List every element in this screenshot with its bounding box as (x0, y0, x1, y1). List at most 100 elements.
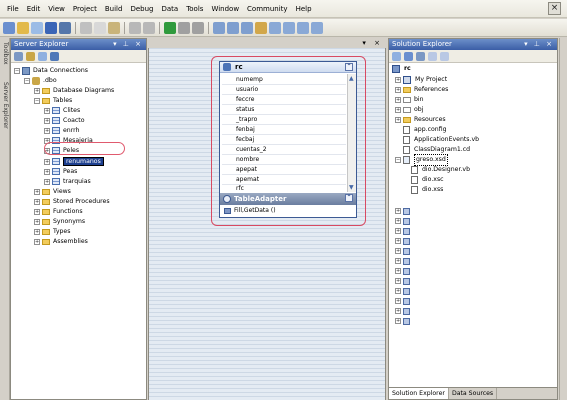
solution-item[interactable]: + (395, 316, 412, 326)
column-row[interactable]: fecbaj (222, 135, 346, 145)
collapse-icon[interactable]: − (395, 157, 401, 163)
dataset-node[interactable]: − greso.xsd (395, 154, 448, 166)
column-row[interactable]: fenbaj (222, 125, 346, 135)
expand-icon[interactable]: + (34, 208, 40, 215)
cut-icon[interactable] (80, 21, 92, 34)
view-code-icon[interactable] (428, 51, 437, 61)
solution-item[interactable]: + (395, 296, 412, 306)
find-icon[interactable] (255, 21, 267, 34)
solution-explorer-icon[interactable] (269, 21, 281, 34)
solution-item[interactable]: dio.Designer.vb (411, 165, 470, 175)
expand-icon[interactable]: + (395, 117, 401, 123)
scroll-up-icon[interactable]: ▲ (349, 75, 354, 82)
expand-icon[interactable]: + (395, 208, 401, 214)
solution-item[interactable]: + (395, 236, 412, 246)
tab-data-sources[interactable]: Data Sources (449, 388, 498, 399)
menu-view[interactable]: View (44, 0, 69, 18)
menu-file[interactable]: File (3, 0, 23, 18)
column-row[interactable]: apepat (222, 165, 346, 175)
solution-item[interactable]: + My Project (395, 75, 447, 85)
solution-item[interactable]: + (395, 216, 412, 226)
server-explorer-tab[interactable]: Server Explorer (1, 82, 9, 129)
solution-item[interactable]: dio.xsc (411, 175, 444, 185)
solution-item[interactable]: + (395, 266, 412, 276)
table-item[interactable]: + Coacto (44, 116, 85, 125)
solution-item[interactable]: + bin (395, 95, 424, 105)
collapse-icon[interactable]: − (14, 67, 20, 74)
solution-item[interactable]: app.config (403, 125, 447, 135)
tab-solution-explorer[interactable]: Solution Explorer (389, 388, 449, 399)
tree-item-database-diagrams[interactable]: + Database Diagrams (34, 86, 114, 95)
expand-icon[interactable]: + (34, 198, 40, 205)
table-item[interactable]: + enrrh (44, 126, 80, 135)
expand-icon[interactable]: + (395, 288, 401, 294)
datatable-header[interactable]: rc ⌃ (220, 62, 356, 73)
expand-icon[interactable]: + (44, 178, 50, 185)
step-out-icon[interactable] (241, 21, 253, 34)
table-item[interactable]: + trarquias (44, 177, 91, 186)
pause-icon[interactable] (178, 21, 190, 34)
expand-icon[interactable]: + (395, 238, 401, 244)
solution-item[interactable]: + (395, 226, 412, 236)
column-row[interactable]: usuario (222, 85, 346, 95)
solution-item[interactable]: + (395, 246, 412, 256)
tree-item-types[interactable]: + Types (34, 227, 70, 236)
panel-buttons[interactable]: ▾ ⊥ × (524, 39, 554, 50)
collapse-icon[interactable]: − (34, 97, 40, 104)
step-over-icon[interactable] (227, 21, 239, 34)
refresh-icon[interactable] (416, 51, 425, 61)
copy-icon[interactable] (94, 21, 106, 34)
designer-window-buttons[interactable]: ▾ × (362, 38, 383, 48)
expand-icon[interactable]: + (395, 268, 401, 274)
collapse-toggle-icon[interactable]: ⌃ (345, 194, 353, 202)
solution-item[interactable]: + obj (395, 105, 423, 115)
menu-data[interactable]: Data (157, 0, 182, 18)
table-item[interactable]: + Clites (44, 106, 80, 115)
rename-input[interactable]: renumanos (63, 157, 104, 166)
undo-icon[interactable] (129, 21, 141, 34)
expand-icon[interactable]: + (34, 238, 40, 245)
expand-icon[interactable]: + (395, 308, 401, 314)
tableadapter-header[interactable]: TableAdapter ⌃ (220, 193, 356, 205)
expand-icon[interactable]: + (34, 87, 40, 94)
expand-icon[interactable]: + (395, 77, 401, 83)
tree-item-synonyms[interactable]: + Synonyms (34, 217, 85, 226)
expand-icon[interactable]: + (395, 97, 401, 103)
properties-icon[interactable] (392, 51, 401, 61)
column-row[interactable]: status (222, 105, 346, 115)
menu-build[interactable]: Build (101, 0, 127, 18)
add-item-icon[interactable] (31, 21, 43, 34)
vertical-scrollbar[interactable]: ▲ ▼ (347, 74, 356, 192)
expand-icon[interactable]: + (395, 87, 401, 93)
save-all-icon[interactable] (59, 21, 71, 34)
connect-database-icon[interactable] (38, 51, 47, 61)
column-row[interactable]: nombre (222, 155, 346, 165)
column-row[interactable]: feccre (222, 95, 346, 105)
column-row[interactable]: numemp (222, 75, 346, 85)
solution-item[interactable]: + Resources (395, 115, 446, 125)
solution-item[interactable]: + References (395, 85, 448, 95)
open-icon[interactable] (17, 21, 29, 34)
expand-icon[interactable]: + (395, 228, 401, 234)
stop-icon[interactable] (192, 21, 204, 34)
expand-icon[interactable]: + (395, 107, 401, 113)
tree-item-views[interactable]: + Views (34, 187, 71, 196)
menu-community[interactable]: Community (243, 0, 292, 18)
scroll-down-icon[interactable]: ▼ (349, 184, 354, 191)
expand-icon[interactable]: + (395, 248, 401, 254)
expand-icon[interactable]: + (395, 218, 401, 224)
expand-icon[interactable]: + (395, 278, 401, 284)
tree-item-stored-procedures[interactable]: + Stored Procedures (34, 197, 110, 206)
menu-window[interactable]: Window (207, 0, 243, 18)
expand-icon[interactable]: + (44, 168, 50, 175)
collapse-icon[interactable]: − (24, 77, 30, 84)
menu-help[interactable]: Help (292, 0, 316, 18)
redo-icon[interactable] (143, 21, 155, 34)
solution-item[interactable]: + (395, 276, 412, 286)
tree-item-assemblies[interactable]: + Assemblies (34, 237, 88, 246)
menu-debug[interactable]: Debug (126, 0, 157, 18)
expand-icon[interactable]: + (44, 158, 50, 165)
tree-item-tables[interactable]: − Tables (34, 96, 72, 105)
solution-item[interactable]: + (395, 256, 412, 266)
step-into-icon[interactable] (213, 21, 225, 34)
